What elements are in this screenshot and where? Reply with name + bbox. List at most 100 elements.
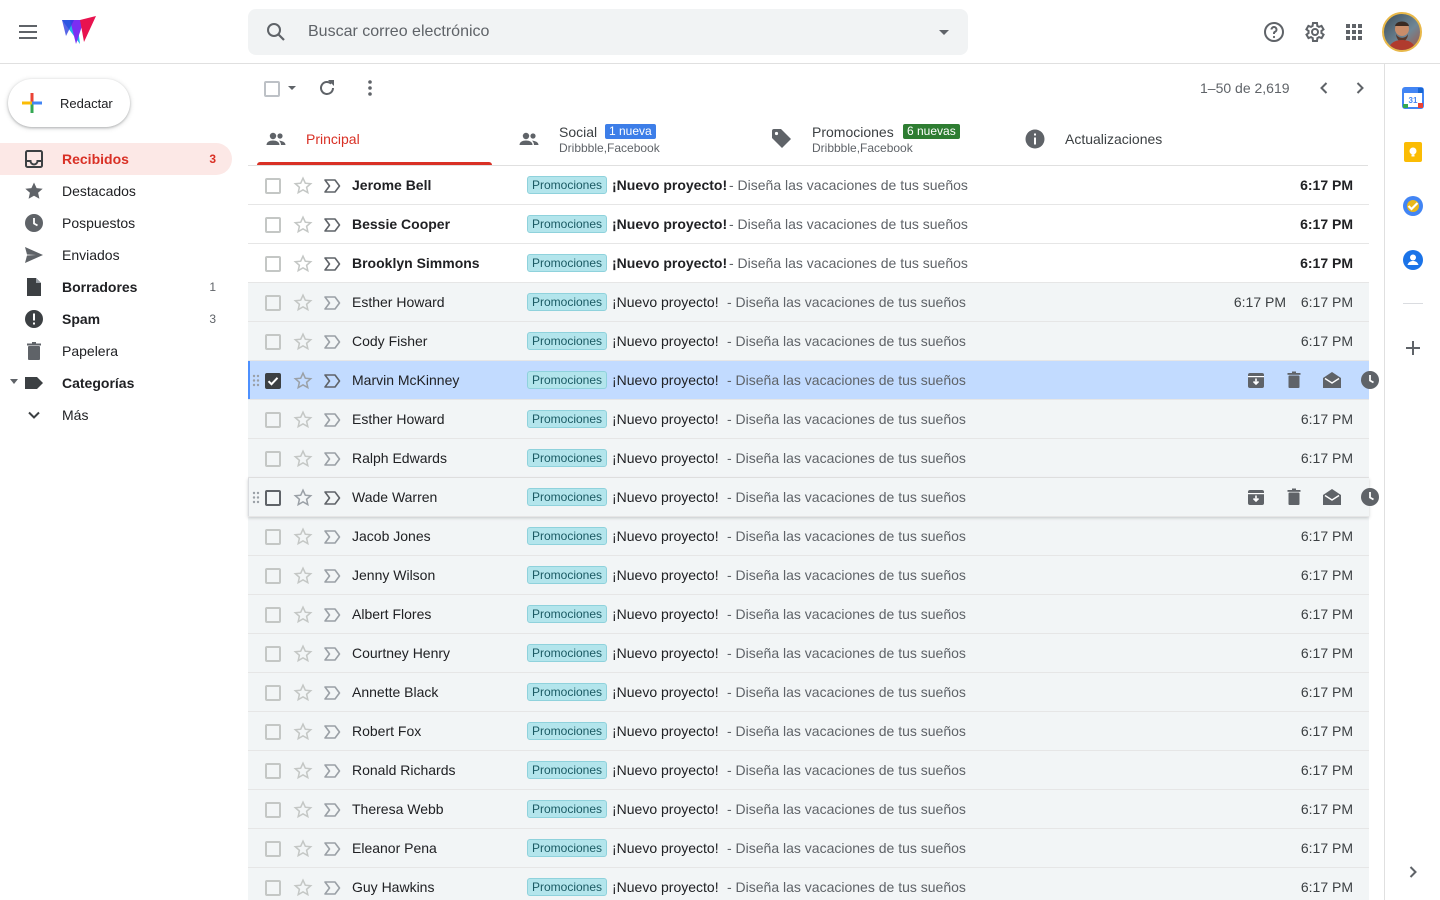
row-checkbox[interactable] (265, 178, 281, 194)
category-label-chip[interactable]: Promociones (527, 371, 608, 389)
email-row[interactable]: Ronald Richards Promociones ¡Nuevo proyect… (248, 751, 1369, 790)
row-checkbox[interactable] (265, 373, 281, 389)
star-icon[interactable] (293, 215, 313, 235)
row-checkbox[interactable] (265, 256, 281, 272)
category-label-chip[interactable]: Promociones (527, 644, 608, 662)
star-icon[interactable] (293, 449, 313, 469)
category-label-chip[interactable]: Promociones (527, 839, 608, 857)
email-row[interactable]: Annette Black Promociones ¡Nuevo proyecto!… (248, 673, 1369, 712)
compose-button[interactable]: Redactar (8, 79, 130, 127)
sidebar-item-snoozed[interactable]: Pospuestos (0, 207, 232, 239)
delete-icon[interactable] (1284, 370, 1304, 390)
help-icon[interactable] (1262, 20, 1286, 44)
tasks-icon[interactable] (1402, 195, 1424, 217)
star-icon[interactable] (293, 878, 313, 898)
settings-icon[interactable] (1302, 20, 1326, 44)
row-checkbox[interactable] (265, 295, 281, 311)
importance-marker-icon[interactable] (323, 489, 341, 507)
row-checkbox[interactable] (265, 607, 281, 623)
add-icon[interactable] (1402, 337, 1424, 359)
email-row[interactable]: Marvin McKinney Promociones ¡Nuevo proyect… (248, 361, 1379, 400)
category-label-chip[interactable]: Promociones (527, 683, 608, 701)
sidebar-item-drafts[interactable]: Borradores 1 (0, 271, 232, 303)
keep-icon[interactable] (1402, 141, 1424, 163)
importance-marker-icon[interactable] (323, 567, 341, 585)
importance-marker-icon[interactable] (323, 801, 341, 819)
category-label-chip[interactable]: Promociones (527, 566, 608, 584)
star-icon[interactable] (293, 176, 313, 196)
next-page-icon[interactable] (1348, 76, 1372, 100)
row-checkbox[interactable] (265, 763, 281, 779)
row-checkbox[interactable] (265, 841, 281, 857)
email-row[interactable]: Eleanor Pena Promociones ¡Nuevo proyecto! -… (248, 829, 1369, 868)
search-icon[interactable] (264, 20, 288, 44)
importance-marker-icon[interactable] (323, 762, 341, 780)
tab-social[interactable]: Social 1 nueva Dribbble,Facebook (501, 112, 753, 166)
tab-actualizaciones[interactable]: Actualizaciones (1007, 112, 1259, 166)
star-icon[interactable] (293, 371, 313, 391)
email-row[interactable]: Cody Fisher Promociones ¡Nuevo proyecto! - … (248, 322, 1369, 361)
email-row[interactable]: Jenny Wilson Promociones ¡Nuevo proyecto! -… (248, 556, 1369, 595)
star-icon[interactable] (293, 293, 313, 313)
importance-marker-icon[interactable] (323, 216, 341, 234)
importance-marker-icon[interactable] (323, 528, 341, 546)
row-checkbox[interactable] (265, 490, 281, 506)
select-options-icon[interactable] (288, 86, 296, 90)
category-label-chip[interactable]: Promociones (527, 254, 608, 272)
email-row[interactable]: Esther Howard Promociones ¡Nuevo proyecto!… (248, 283, 1369, 322)
row-checkbox[interactable] (265, 568, 281, 584)
importance-marker-icon[interactable] (323, 177, 341, 195)
prev-page-icon[interactable] (1312, 76, 1336, 100)
contacts-icon[interactable] (1402, 249, 1424, 271)
importance-marker-icon[interactable] (323, 684, 341, 702)
importance-marker-icon[interactable] (323, 723, 341, 741)
importance-marker-icon[interactable] (323, 450, 341, 468)
row-checkbox[interactable] (265, 802, 281, 818)
importance-marker-icon[interactable] (323, 879, 341, 897)
expand-panel-icon[interactable] (1402, 861, 1424, 883)
importance-marker-icon[interactable] (323, 255, 341, 273)
refresh-icon[interactable] (315, 76, 339, 100)
row-checkbox[interactable] (265, 451, 281, 467)
category-label-chip[interactable]: Promociones (527, 215, 608, 233)
category-label-chip[interactable]: Promociones (527, 722, 608, 740)
email-row[interactable]: Robert Fox Promociones ¡Nuevo proyecto! - D… (248, 712, 1369, 751)
star-icon[interactable] (293, 800, 313, 820)
tab-promociones[interactable]: Promociones 6 nuevas Dribbble,Facebook (754, 112, 1006, 166)
row-checkbox[interactable] (265, 724, 281, 740)
category-label-chip[interactable]: Promociones (527, 332, 608, 350)
row-checkbox[interactable] (265, 217, 281, 233)
category-label-chip[interactable]: Promociones (527, 800, 608, 818)
category-label-chip[interactable]: Promociones (527, 527, 608, 545)
email-row[interactable]: Wade Warren Promociones ¡Nuevo proyecto! - … (248, 478, 1379, 517)
category-label-chip[interactable]: Promociones (527, 761, 608, 779)
importance-marker-icon[interactable] (323, 294, 341, 312)
search-options-icon[interactable] (932, 20, 956, 44)
star-icon[interactable] (293, 332, 313, 352)
category-label-chip[interactable]: Promociones (527, 449, 608, 467)
importance-marker-icon[interactable] (323, 411, 341, 429)
email-row[interactable]: Jacob Jones Promociones ¡Nuevo proyecto! - … (248, 517, 1369, 556)
row-checkbox[interactable] (265, 880, 281, 896)
mark-read-icon[interactable] (1322, 487, 1342, 507)
email-row[interactable]: Guy Hawkins Promociones ¡Nuevo proyecto! - … (248, 868, 1369, 900)
importance-marker-icon[interactable] (323, 372, 341, 390)
category-label-chip[interactable]: Promociones (527, 410, 608, 428)
row-checkbox[interactable] (265, 412, 281, 428)
star-icon[interactable] (293, 488, 313, 508)
archive-icon[interactable] (1246, 370, 1266, 390)
calendar-icon[interactable]: 31 (1402, 87, 1424, 109)
caret-down-icon[interactable] (10, 379, 18, 384)
star-icon[interactable] (293, 566, 313, 586)
avatar[interactable] (1382, 12, 1422, 52)
email-row[interactable]: Theresa Webb Promociones ¡Nuevo proyecto! -… (248, 790, 1369, 829)
star-icon[interactable] (293, 839, 313, 859)
row-checkbox[interactable] (265, 685, 281, 701)
sidebar-item-spam[interactable]: Spam 3 (0, 303, 232, 335)
drag-handle-icon[interactable] (252, 491, 260, 504)
star-icon[interactable] (293, 644, 313, 664)
category-label-chip[interactable]: Promociones (527, 878, 608, 896)
sidebar-item-starred[interactable]: Destacados (0, 175, 232, 207)
importance-marker-icon[interactable] (323, 606, 341, 624)
drag-handle-icon[interactable] (252, 374, 260, 387)
